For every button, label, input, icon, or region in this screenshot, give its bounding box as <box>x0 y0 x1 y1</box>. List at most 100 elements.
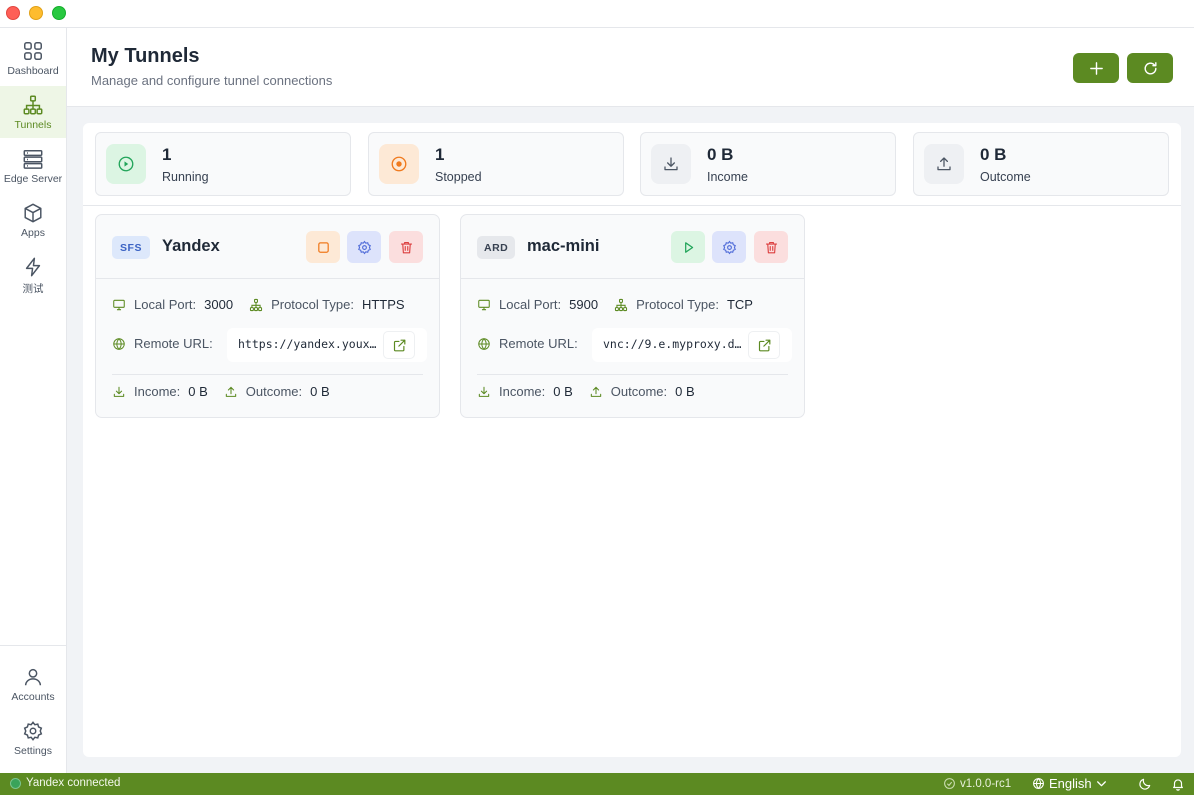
monitor-icon <box>478 299 490 310</box>
page-header: My Tunnels Manage and configure tunnel c… <box>67 28 1194 107</box>
status-bar: Yandex connected v1.0.0-rc1 English <box>0 773 1194 795</box>
sidebar-item-settings[interactable]: Settings <box>0 712 66 764</box>
download-icon <box>664 157 678 171</box>
sidebar-item-label: Tunnels <box>14 119 52 131</box>
stat-icon-box <box>651 144 691 184</box>
network-icon <box>615 298 628 311</box>
add-tunnel-button[interactable] <box>1073 53 1119 83</box>
play-icon <box>684 241 693 253</box>
open-url-button[interactable] <box>748 331 780 359</box>
sidebar-item-dashboard[interactable]: Dashboard <box>0 32 66 84</box>
gear-icon <box>722 240 736 254</box>
page-subtitle: Manage and configure tunnel connections <box>91 73 333 88</box>
tunnel-name: Yandex <box>162 237 220 255</box>
tunnel-card-mac-mini: ARD mac-mini Local Port: 5900 Protocol T… <box>460 214 805 418</box>
income-label: Income: <box>499 384 546 399</box>
connection-status[interactable]: Yandex connected <box>10 777 120 789</box>
sidebar-item-label: 测试 <box>22 283 44 295</box>
outcome-label: Outcome: <box>610 384 668 399</box>
sidebar-item-accounts[interactable]: Accounts <box>0 658 66 710</box>
remote-url-label: Remote URL: <box>134 336 213 351</box>
sidebar-item-label: Apps <box>21 227 45 239</box>
open-url-button[interactable] <box>383 331 415 359</box>
tunnel-settings-button[interactable] <box>347 231 381 263</box>
stop-circle-icon <box>391 156 407 172</box>
window-zoom-button[interactable] <box>52 6 66 20</box>
network-icon <box>250 298 263 311</box>
version-indicator[interactable]: v1.0.0-rc1 <box>943 777 1011 790</box>
stat-card-outcome: 0 B Outcome <box>913 132 1169 196</box>
remote-url-value[interactable]: https://yandex.youx… <box>238 337 384 351</box>
stat-label: Income <box>707 170 748 184</box>
language-text: English <box>1049 776 1092 791</box>
tunnel-type-badge: SFS <box>112 236 150 259</box>
window-close-button[interactable] <box>6 6 20 20</box>
income-value: 0 B <box>188 384 208 399</box>
protocol-label: Protocol Type: <box>271 297 354 312</box>
income-value: 0 B <box>553 384 573 399</box>
stat-icon-box <box>924 144 964 184</box>
refresh-button[interactable] <box>1127 53 1173 83</box>
protocol-value: HTTPS <box>361 297 405 312</box>
refresh-icon <box>1143 61 1157 74</box>
tunnel-card-yandex: SFS Yandex Local Port: 3000 Protocol Typ… <box>95 214 440 418</box>
tunnels-content: 1 Running 1 Stopped 0 B Income 0 B Outco… <box>83 123 1181 757</box>
delete-tunnel-button[interactable] <box>754 231 788 263</box>
stats-divider <box>83 205 1181 206</box>
external-link-icon <box>393 339 405 351</box>
tunnel-info-row: Local Port: 3000 Protocol Type: HTTPS <box>112 297 421 312</box>
play-circle-icon <box>118 156 134 172</box>
local-port-value: 5900 <box>569 297 599 312</box>
bell-icon[interactable] <box>1171 777 1185 791</box>
start-tunnel-button[interactable] <box>671 231 705 263</box>
stat-value: 1 <box>162 145 172 164</box>
remote-url-row: Remote URL: <box>477 336 578 351</box>
globe-icon <box>113 337 125 350</box>
tunnel-settings-button[interactable] <box>712 231 746 263</box>
window-minimize-button[interactable] <box>29 6 43 20</box>
main-area: My Tunnels Manage and configure tunnel c… <box>67 28 1194 773</box>
tunnel-card-divider <box>112 374 423 375</box>
tunnel-info-row: Local Port: 5900 Protocol Type: TCP <box>477 297 769 312</box>
outcome-value: 0 B <box>675 384 695 399</box>
stat-value: 0 B <box>980 145 1007 164</box>
trash-icon <box>400 241 412 253</box>
remote-url-value[interactable]: vnc://9.e.myproxy.d… <box>603 337 749 351</box>
outcome-label: Outcome: <box>245 384 303 399</box>
traffic-row: Income: 0 B Outcome: 0 B <box>477 384 711 399</box>
sidebar: Dashboard Tunnels Edge Server Apps 测试 Ac… <box>0 28 67 773</box>
stop-tunnel-button[interactable] <box>306 231 340 263</box>
moon-icon[interactable] <box>1138 777 1152 791</box>
sidebar-item-apps[interactable]: Apps <box>0 194 66 246</box>
sidebar-item-tunnels[interactable]: Tunnels <box>0 86 66 138</box>
stat-value: 1 <box>435 145 445 164</box>
protocol-label: Protocol Type: <box>636 297 719 312</box>
sidebar-item-edge-server[interactable]: Edge Server <box>0 140 66 192</box>
language-selector[interactable]: English <box>1032 776 1108 791</box>
sidebar-item-label: Accounts <box>11 691 55 703</box>
protocol-value: TCP <box>726 297 753 312</box>
sidebar-item-label: Edge Server <box>3 173 63 185</box>
bolt-icon <box>25 257 41 277</box>
sidebar-item-test[interactable]: 测试 <box>0 248 66 300</box>
download-icon <box>113 386 125 397</box>
download-icon <box>478 386 490 397</box>
monitor-icon <box>113 299 125 310</box>
stat-icon-box <box>106 144 146 184</box>
trash-icon <box>765 241 777 253</box>
tunnel-card-divider <box>477 374 788 375</box>
stat-card-income: 0 B Income <box>640 132 896 196</box>
income-label: Income: <box>134 384 181 399</box>
delete-tunnel-button[interactable] <box>389 231 423 263</box>
tunnel-name: mac-mini <box>527 237 600 255</box>
external-link-icon <box>758 339 770 351</box>
network-icon <box>23 95 43 115</box>
server-icon <box>23 150 43 169</box>
traffic-row: Income: 0 B Outcome: 0 B <box>112 384 346 399</box>
stat-card-running: 1 Running <box>95 132 351 196</box>
stat-card-stopped: 1 Stopped <box>368 132 624 196</box>
check-circle-icon <box>944 778 955 789</box>
outcome-value: 0 B <box>310 384 330 399</box>
remote-url-label: Remote URL: <box>499 336 578 351</box>
connection-status-text: Yandex connected <box>26 777 121 789</box>
